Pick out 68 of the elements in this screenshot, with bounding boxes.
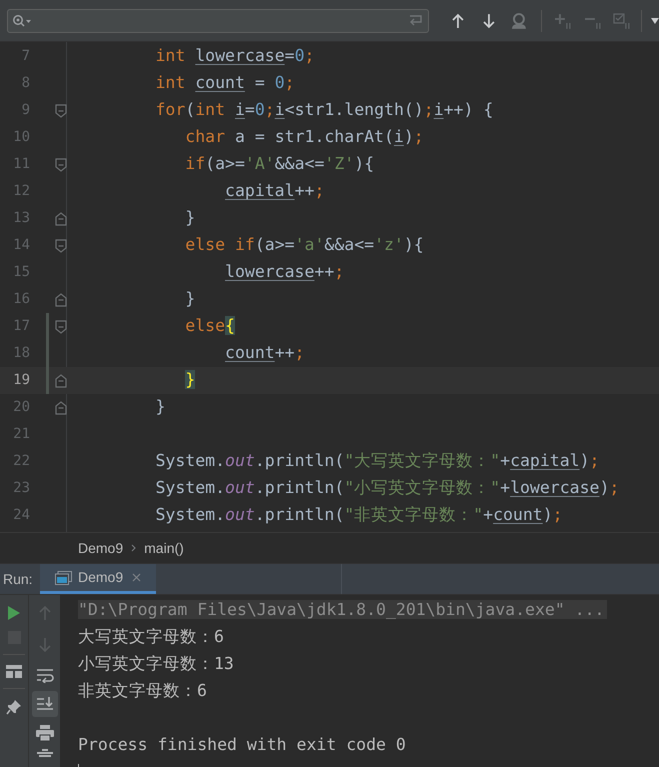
- fold-icon[interactable]: [55, 320, 67, 334]
- code-line: int lowercase=0;: [154, 45, 314, 68]
- breadcrumb-item[interactable]: main(): [144, 538, 184, 558]
- soft-wrap-icon[interactable]: [36, 667, 54, 683]
- chevron-icon: [131, 544, 136, 552]
- add-occurrence-icon[interactable]: [554, 12, 574, 30]
- line-number: 20: [12, 398, 30, 417]
- run-icon[interactable]: [7, 605, 21, 621]
- code-line: capital++;: [224, 180, 324, 202]
- line-number: 19: [12, 371, 30, 390]
- trash-icon[interactable]: [36, 749, 52, 757]
- pin-icon[interactable]: [6, 699, 22, 715]
- code-line: int count = 0;: [154, 72, 295, 94]
- search-field[interactable]: [7, 8, 430, 32]
- line-number: 12: [12, 182, 30, 201]
- code-line: else if(a>='a'&&a<='z'){: [184, 234, 424, 256]
- run-label: Run:: [2, 570, 34, 588]
- fold-icon[interactable]: [55, 238, 67, 252]
- line-number: 17: [12, 317, 30, 336]
- code-line: if(a>='A'&&a<='Z'){: [184, 153, 374, 176]
- line-number: 18: [12, 344, 30, 363]
- line-number: 15: [12, 263, 30, 282]
- console-output: 大写英文字母数：6: [78, 627, 224, 646]
- line-number: 23: [12, 479, 30, 498]
- close-icon[interactable]: [132, 573, 142, 582]
- code-line: for(int i=0;i<str1.length();i++) {: [154, 99, 494, 122]
- fold-icon[interactable]: [55, 104, 67, 118]
- code-line: char a = str1.charAt(i);: [184, 126, 424, 148]
- code-line: System.out.println("非英文字母数："+count);: [154, 504, 563, 526]
- line-number: 9: [20, 101, 30, 120]
- unfold-icon[interactable]: [55, 374, 67, 388]
- search-icon[interactable]: [12, 14, 32, 28]
- fold-icon[interactable]: [55, 158, 67, 172]
- breadcrumb-item[interactable]: Demo9: [78, 538, 124, 558]
- code-line: }: [184, 207, 196, 230]
- line-number: 16: [12, 290, 30, 309]
- layout-icon[interactable]: [6, 665, 22, 678]
- person-icon[interactable]: [510, 12, 528, 30]
- console-output: 小写英文字母数：13: [78, 654, 234, 673]
- print-icon[interactable]: [36, 725, 54, 741]
- scroll-to-end-button[interactable]: [32, 691, 58, 717]
- line-number: 14: [12, 236, 30, 255]
- line-number: 22: [12, 452, 30, 471]
- console-command: "D:\Program Files\Java\jdk1.8.0_201\bin\java.exe" ...: [78, 600, 606, 619]
- console-icon: [55, 570, 72, 584]
- code-line: lowercase++;: [224, 261, 344, 284]
- code-line: count++;: [224, 342, 304, 364]
- dropdown-icon[interactable]: [651, 18, 659, 24]
- unfold-icon[interactable]: [55, 400, 67, 414]
- code-line: }: [154, 396, 166, 418]
- unfold-icon[interactable]: [55, 212, 67, 226]
- line-number: 21: [12, 425, 30, 444]
- line-number: 13: [12, 209, 30, 228]
- enter-icon[interactable]: [408, 14, 424, 28]
- line-number: 11: [12, 155, 30, 174]
- unfold-icon[interactable]: [55, 292, 67, 306]
- console-output: 非英文字母数：6: [78, 681, 207, 700]
- code-line: }: [184, 288, 196, 310]
- scroll-to-end-icon: [36, 696, 54, 712]
- line-number: 8: [20, 74, 30, 93]
- line-number: 7: [20, 47, 30, 66]
- console-exit-message: Process finished with exit code 0: [78, 735, 406, 754]
- line-number: 24: [12, 506, 30, 525]
- line-number: 10: [12, 128, 30, 147]
- code-line: else{: [184, 315, 235, 338]
- code-line: System.out.println("小写英文字母数："+lowercase);: [154, 477, 620, 500]
- run-tab[interactable]: Demo9: [40, 564, 156, 594]
- code-line: System.out.println("大写英文字母数："+capital);: [154, 450, 600, 472]
